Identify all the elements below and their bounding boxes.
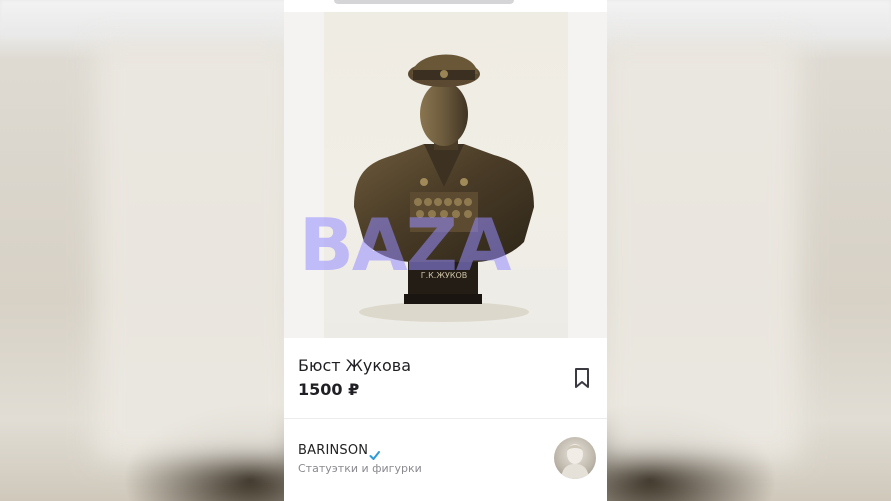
search-bar-edge[interactable] <box>334 0 514 4</box>
backdrop-right <box>600 40 800 460</box>
listing-info: Бюст Жукова 1500 ₽ BARINSON Статуэтки и … <box>284 338 607 501</box>
seller-category: Статуэтки и фигурки <box>298 462 422 475</box>
seller-avatar[interactable] <box>554 437 596 479</box>
listing-photo-area[interactable]: Г.К.ЖУКОВ BAZA <box>284 12 607 338</box>
bust-illustration: Г.К.ЖУКОВ <box>354 54 534 322</box>
listing-title: Бюст Жукова <box>298 356 412 375</box>
phone-screen: Г.К.ЖУКОВ BAZA Бюст Жукова 1500 ₽ BARINS… <box>284 0 607 501</box>
seller-name[interactable]: BARINSON <box>298 443 368 458</box>
verified-check-icon <box>369 446 380 460</box>
backdrop-left <box>95 40 295 460</box>
top-strip <box>284 0 607 12</box>
bookmark-icon[interactable] <box>571 366 593 390</box>
listing-photo[interactable]: Г.К.ЖУКОВ <box>324 12 568 338</box>
watermark-text: BAZA <box>299 203 512 287</box>
listing-price: 1500 ₽ <box>298 380 360 399</box>
seller-block[interactable]: BARINSON Статуэтки и фигурки <box>284 419 607 501</box>
